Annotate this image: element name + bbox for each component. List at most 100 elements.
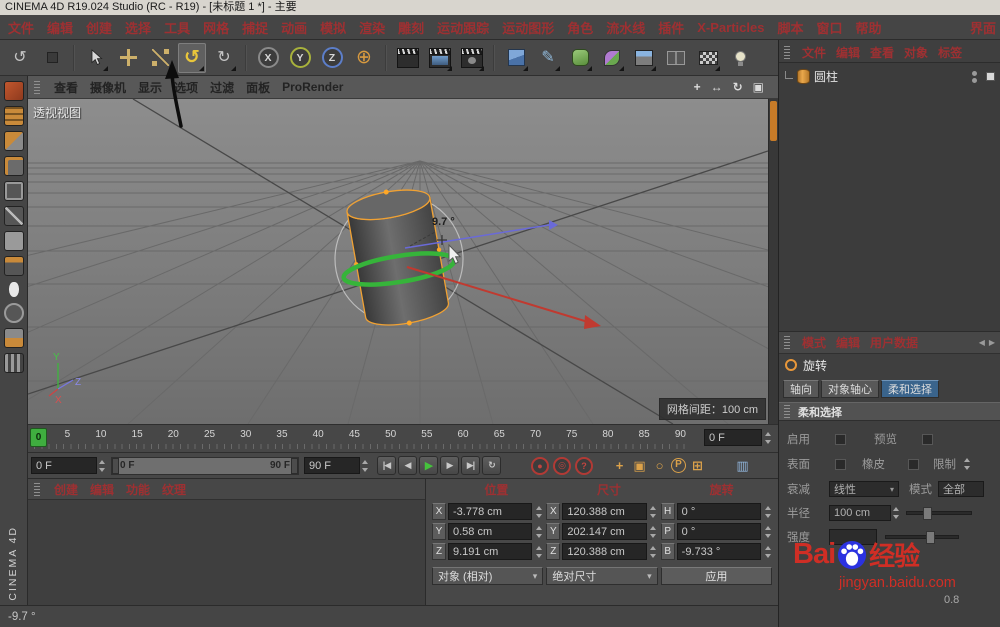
panel-grip-icon[interactable] <box>784 336 790 349</box>
menu-item-interface[interactable]: 界面 <box>970 15 1000 40</box>
menu-item-render[interactable]: 渲染 <box>359 18 385 37</box>
pos-y-spinner[interactable] <box>534 523 543 540</box>
render-view-icon[interactable] <box>394 43 422 73</box>
strength-slider[interactable] <box>885 531 959 544</box>
scrollbar-thumb[interactable] <box>770 101 777 141</box>
z-axis-lock-button[interactable]: Z <box>318 43 346 73</box>
orbit-view-icon[interactable]: ↻ <box>733 80 743 94</box>
viewport-solo-icon[interactable] <box>7 281 20 298</box>
object-state-icon[interactable] <box>986 72 995 81</box>
om-menu-view[interactable]: 查看 <box>870 44 894 61</box>
environment-button[interactable] <box>630 43 658 73</box>
surface-checkbox[interactable] <box>835 458 846 470</box>
viewport-menu-filter[interactable]: 过滤 <box>210 79 234 96</box>
frame-spinner[interactable] <box>763 429 772 446</box>
pos-z-spinner[interactable] <box>534 543 543 560</box>
am-tab-edit[interactable]: 编辑 <box>836 334 860 351</box>
mode-dropdown[interactable]: 全部 <box>938 481 984 497</box>
quantize-icon[interactable] <box>3 353 24 373</box>
autokey-button[interactable]: ◎ <box>553 456 571 475</box>
rot-h-spinner[interactable] <box>763 503 772 520</box>
object-row[interactable]: 圆柱 <box>785 68 995 85</box>
radius-slider[interactable] <box>906 507 972 520</box>
menu-item-mesh[interactable]: 网格 <box>203 18 229 37</box>
scale-tool-icon[interactable] <box>146 43 174 73</box>
display-split-icon[interactable] <box>662 43 690 73</box>
radius-field[interactable]: 100 cm <box>829 505 891 521</box>
panel-grip-icon[interactable] <box>34 80 40 94</box>
maximize-view-icon[interactable]: ▣ <box>753 80 764 94</box>
menu-item-snap[interactable]: 捕捉 <box>242 18 268 37</box>
pos-z-field[interactable]: 9.191 cm <box>448 543 533 560</box>
preview-checkbox[interactable] <box>922 433 933 445</box>
range-end-handle[interactable] <box>291 457 298 474</box>
deformer-button[interactable] <box>598 43 626 73</box>
coordinate-system-icon[interactable]: ⊕ <box>350 43 378 73</box>
rot-b-spinner[interactable] <box>763 543 772 560</box>
pan-view-icon[interactable]: + <box>694 80 701 94</box>
coord-mode-dropdown[interactable]: 对象 (相对) ▾ <box>432 567 544 585</box>
end-frame-field[interactable]: 90 F <box>304 457 360 474</box>
move-tool-icon[interactable] <box>114 43 142 73</box>
option-tab-object-axis[interactable]: 对象轴心 <box>821 380 879 398</box>
goto-end-button[interactable]: ▶| <box>461 456 480 475</box>
current-frame-spinner[interactable] <box>97 457 106 474</box>
menu-item-select[interactable]: 选择 <box>125 18 151 37</box>
menu-item-mograph[interactable]: 运动图形 <box>502 18 554 37</box>
menu-item-file[interactable]: 文件 <box>8 18 34 37</box>
rot-h-field[interactable]: 0 ° <box>676 503 761 520</box>
menu-item-create[interactable]: 创建 <box>86 18 112 37</box>
p-badge-icon[interactable]: P <box>671 458 686 473</box>
zoom-view-icon[interactable]: ↔ <box>711 80 723 94</box>
viewport-menu-panel[interactable]: 面板 <box>246 79 270 96</box>
om-menu-file[interactable]: 文件 <box>802 44 826 61</box>
om-menu-objects[interactable]: 对象 <box>904 44 928 61</box>
material-menu-create[interactable]: 创建 <box>54 481 78 498</box>
menu-item-window[interactable]: 窗口 <box>816 18 842 37</box>
pos-y-field[interactable]: 0.58 cm <box>448 523 533 540</box>
viewport-menu-display[interactable]: 显示 <box>138 79 162 96</box>
workplane-mode-icon[interactable] <box>3 156 24 176</box>
loop-button[interactable]: ↻ <box>482 456 501 475</box>
menu-item-motion-tracker[interactable]: 运动跟踪 <box>437 18 489 37</box>
menu-item-tools[interactable]: 工具 <box>164 18 190 37</box>
panel-grip-icon[interactable] <box>34 482 40 496</box>
viewport-menu-prorender[interactable]: ProRender <box>282 80 343 94</box>
material-menu-texture[interactable]: 纹理 <box>162 481 186 498</box>
am-tab-mode[interactable]: 模式 <box>802 334 826 351</box>
live-selection-icon[interactable] <box>82 43 110 73</box>
redo-icon[interactable] <box>38 43 66 73</box>
menu-item-simulate[interactable]: 模拟 <box>320 18 346 37</box>
primitive-cube-button[interactable] <box>502 43 530 73</box>
timeline-range-slider[interactable]: 0 F 90 F <box>111 456 299 475</box>
enable-checkbox[interactable] <box>835 433 846 445</box>
am-scroll-left-icon[interactable]: ◀ <box>979 338 985 347</box>
viewport-scrollbar[interactable] <box>768 99 778 424</box>
model-mode-icon[interactable] <box>3 106 24 126</box>
viewport-3d[interactable]: Y Z X 透视视图 9.7 ° 网格间距：100 cm <box>28 99 768 424</box>
points-mode-icon[interactable] <box>3 181 24 201</box>
size-y-spinner[interactable] <box>649 523 658 540</box>
timeline-frame-field[interactable]: 0 F <box>704 429 762 446</box>
timeline-playhead[interactable]: 0 <box>30 428 47 447</box>
x-axis-lock-button[interactable]: X <box>254 43 282 73</box>
enable-snap-icon[interactable] <box>3 303 24 323</box>
polygons-mode-icon[interactable] <box>3 231 24 251</box>
limit-spinner[interactable] <box>962 456 971 473</box>
pos-x-spinner[interactable] <box>534 503 543 520</box>
locked-workplane-icon[interactable] <box>3 328 24 348</box>
am-scroll-right-icon[interactable]: ▶ <box>989 338 995 347</box>
size-x-field[interactable]: 120.388 cm <box>562 503 647 520</box>
menu-item-plugins[interactable]: 插件 <box>658 18 684 37</box>
record-keyframe-button[interactable]: ● <box>531 456 549 475</box>
pos-x-field[interactable]: -3.778 cm <box>448 503 533 520</box>
size-x-spinner[interactable] <box>649 503 658 520</box>
prev-frame-button[interactable]: ◀ <box>398 456 417 475</box>
render-picture-viewer-icon[interactable] <box>426 43 454 73</box>
viewport-menu-options[interactable]: 选项 <box>174 79 198 96</box>
om-menu-tags[interactable]: 标签 <box>938 44 962 61</box>
object-manager-tree[interactable]: 圆柱 <box>779 62 1000 332</box>
size-mode-dropdown[interactable]: 绝对尺寸 ▾ <box>546 567 658 585</box>
subdivision-surface-button[interactable] <box>566 43 594 73</box>
rot-p-spinner[interactable] <box>763 523 772 540</box>
